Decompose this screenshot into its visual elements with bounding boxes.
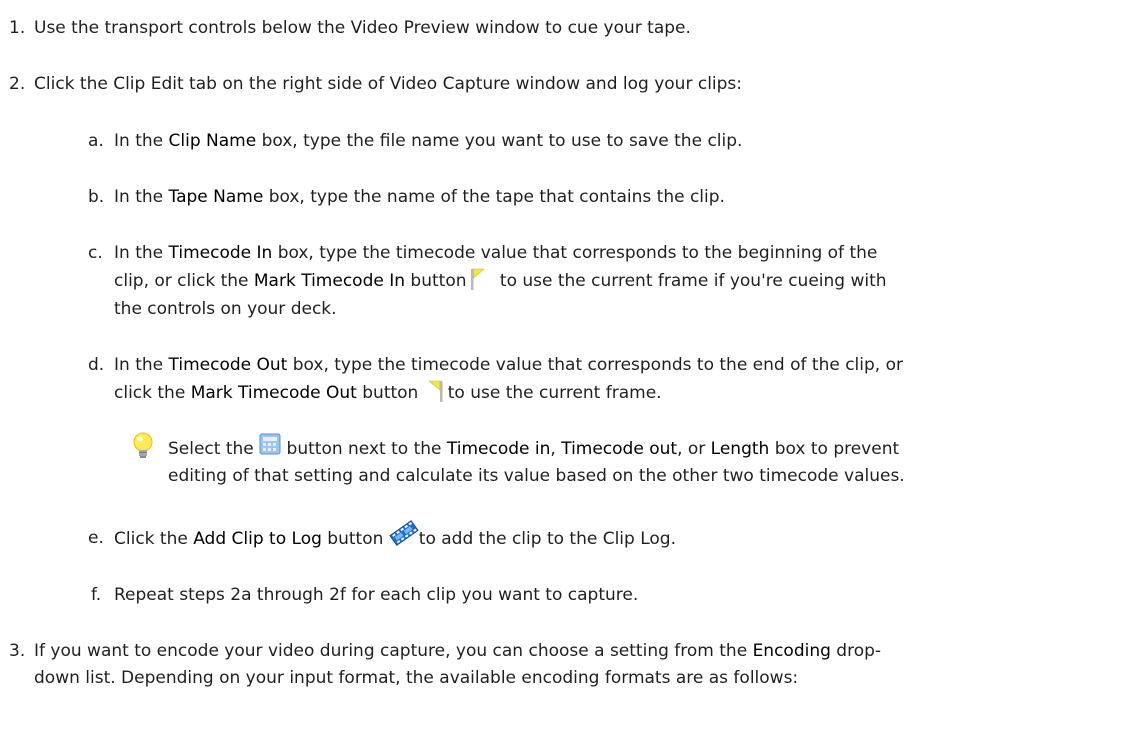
substep-b-post: box, type the name of the tape that cont… [263, 187, 725, 207]
tip-timecode-in-term: Timecode in [446, 439, 551, 459]
mark-out-flag-icon [424, 379, 448, 403]
substep-c-l2-mid: button [405, 271, 467, 291]
substep-a-post: box, type the file name you want to use … [256, 131, 743, 151]
substep-e-mid: button [321, 529, 389, 549]
substep-a-pre: In the [114, 131, 169, 151]
substep-a-number: a. [88, 131, 104, 151]
substep-b-text: In the Tape Name box, type the name of t… [114, 185, 725, 209]
encoding-term: Encoding [752, 641, 831, 661]
substep-c-line-3: the controls on your deck. [114, 299, 337, 319]
tip-sep-2: , or [677, 439, 711, 459]
tip-pre: Select the [168, 439, 260, 459]
step-3-number: 3. [9, 641, 26, 661]
step-2-number: 2. [9, 74, 26, 94]
substep-f-number: f. [91, 585, 102, 605]
substep-e-text: Click the Add Clip to Log button to add … [114, 520, 676, 552]
clip-name-term: Clip Name [168, 131, 257, 151]
substep-e-number: e. [88, 528, 104, 548]
step-3-line-1: If you want to encode your video during … [34, 639, 881, 663]
substep-d-number: d. [88, 355, 105, 375]
substep-d-post: box, type the timecode value that corres… [287, 355, 903, 375]
substep-d-l2-mid: button [356, 383, 424, 403]
mark-in-flag-icon [467, 267, 495, 291]
tape-name-term: Tape Name [168, 187, 264, 207]
substep-e-pre: Click the [114, 529, 194, 549]
tip-sep-1: , [550, 439, 562, 459]
substep-e-post: to add the clip to the Clip Log. [418, 529, 676, 549]
step-3-post: drop- [830, 641, 882, 661]
substep-c-l2-post: to use the current frame if you're cuein… [494, 271, 887, 291]
add-clip-to-log-term: Add Clip to Log [193, 529, 322, 549]
substep-d-line-1: In the Timecode Out box, type the timeco… [114, 353, 903, 377]
substep-c-line-1: In the Timecode In box, type the timecod… [114, 241, 877, 265]
tip-timecode-out-term: Timecode out [561, 439, 678, 459]
step-3-pre: If you want to encode your video during … [34, 641, 753, 661]
step-3-line-2: down list. Depending on your input forma… [34, 668, 799, 688]
substep-c-line-2: clip, or click the Mark Timecode In butt… [114, 267, 887, 293]
substep-b-pre: In the [114, 187, 169, 207]
mark-timecode-out-term: Mark Timecode Out [190, 383, 357, 403]
step-2-text: Click the Clip Edit tab on the right sid… [34, 74, 743, 94]
substep-d-line-2: click the Mark Timecode Out button to us… [114, 379, 662, 405]
tip-line-1: Select the button next to the Timecode i… [168, 433, 900, 461]
substep-d-l2-post: to use the current frame. [447, 383, 662, 403]
substep-c-number: c. [88, 243, 103, 263]
timecode-out-term: Timecode Out [168, 355, 288, 375]
add-clip-film-icon [389, 520, 419, 546]
tip-line-2: editing of that setting and calculate it… [168, 466, 905, 486]
lock-calculator-icon [259, 433, 281, 457]
substep-c-post: box, type the timecode value that corres… [272, 243, 878, 263]
tip-post: box to prevent [769, 439, 900, 459]
substep-f-text: Repeat steps 2a through 2f for each clip… [114, 585, 639, 605]
step-1-text: Use the transport controls below the Vid… [34, 18, 691, 38]
substep-c-pre: In the [114, 243, 169, 263]
substep-d-l2-pre: click the [114, 383, 191, 403]
timecode-in-term: Timecode In [168, 243, 273, 263]
substep-b-number: b. [88, 187, 105, 207]
tip-mid: button next to the [281, 439, 447, 459]
substep-d-pre: In the [114, 355, 169, 375]
tip-length-term: Length [710, 439, 770, 459]
substep-a-text: In the Clip Name box, type the file name… [114, 129, 742, 153]
lightbulb-icon [130, 431, 156, 461]
step-1-number: 1. [9, 18, 26, 38]
substep-c-l2-pre: clip, or click the [114, 271, 254, 291]
mark-timecode-in-term: Mark Timecode In [253, 271, 406, 291]
